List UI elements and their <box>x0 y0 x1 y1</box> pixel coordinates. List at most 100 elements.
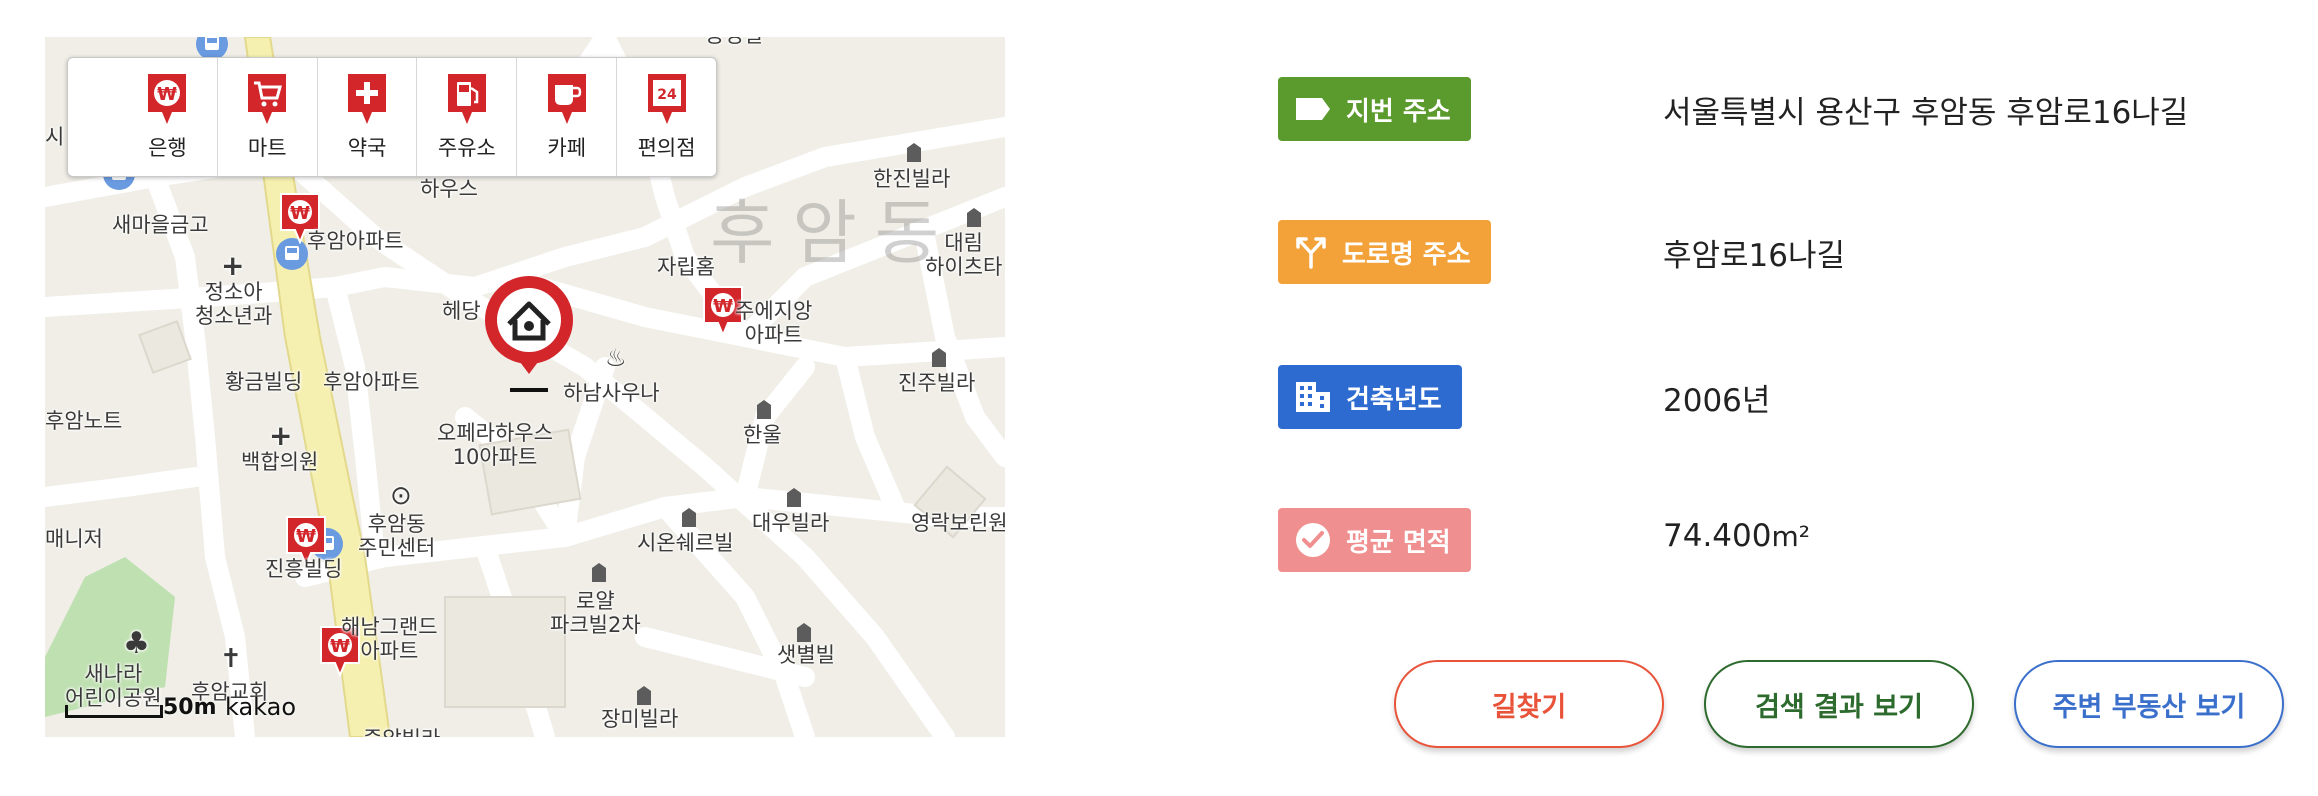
building-icon <box>682 508 696 527</box>
map-label: 시온쉐르빌 <box>637 531 734 555</box>
category-label: 약국 <box>347 136 387 160</box>
year-badge: 건축년도 <box>1278 365 1462 429</box>
building-icon <box>907 143 921 162</box>
map-label: 샛별빌 <box>777 643 835 667</box>
map-label: 백합의원 <box>241 450 319 474</box>
map-label: 용성빌 <box>705 37 763 47</box>
map-label: 중앙빌라 <box>363 727 440 737</box>
map-label: 매니저 <box>45 527 103 551</box>
map-label: 주에지앙 아파트 <box>735 299 813 348</box>
map-label: 하남사우나 <box>563 381 660 405</box>
svg-text:₩: ₩ <box>713 296 733 317</box>
year-value: 2006년 <box>1663 383 1771 419</box>
jibun-value: 서울특별시 용산구 후암동 후암로16나길 <box>1663 95 2189 131</box>
building-icon <box>1296 382 1330 412</box>
area-badge: 평균 면적 <box>1278 508 1471 572</box>
convenience-store-icon: 24 <box>647 74 686 124</box>
bank-icon: ₩ <box>148 74 187 124</box>
jibun-label: 지번 주소 <box>1346 96 1451 127</box>
category-mart-button[interactable]: 마트 <box>218 58 318 176</box>
map-label: 새마을금고 <box>112 213 209 237</box>
road-label: 도로명 주소 <box>1342 239 1471 270</box>
map-label: 오페라하우스 10아파트 <box>437 421 553 470</box>
map-label: 정소아 청소년과 <box>195 280 273 329</box>
category-gas-station-button[interactable]: 주유소 <box>417 58 518 176</box>
map-label: 영락보린원 <box>911 511 1005 535</box>
search-results-button[interactable]: 검색 결과 보기 <box>1704 660 1974 748</box>
info-row-area: 평균 면적 <box>1278 508 1471 572</box>
category-label: 편의점 <box>637 136 696 160</box>
pharmacy-icon <box>348 74 387 124</box>
building-icon <box>637 686 651 705</box>
map-label: 한울 <box>743 423 782 447</box>
map-label: 대림 하이츠타 <box>925 231 1003 280</box>
road-value: 후암로16나길 <box>1663 238 1846 274</box>
road-fork-icon <box>1296 237 1326 269</box>
gas-station-icon <box>447 74 486 124</box>
park-tree-icon: ♣ <box>123 626 150 661</box>
svg-text:24: 24 <box>657 87 677 103</box>
map-label: 자립홈 <box>657 255 715 279</box>
church-icon: ✝ <box>220 644 242 674</box>
sauna-icon: ♨ <box>605 344 627 372</box>
map-label: 하우스 <box>420 177 478 201</box>
category-cafe-button[interactable]: 카페 <box>517 58 618 176</box>
building-icon <box>592 563 606 582</box>
map-label: 새나라 어린이공원 <box>65 662 162 711</box>
map-label: 장미빌라 <box>601 707 679 731</box>
kakao-logo: kakao <box>225 693 297 721</box>
jibun-badge: 지번 주소 <box>1278 77 1471 141</box>
building-icon <box>797 623 811 642</box>
map-label: 로얄 파크빌2차 <box>550 589 641 638</box>
cafe-icon <box>547 74 586 124</box>
check-circle-icon <box>1296 523 1330 557</box>
area-label: 평균 면적 <box>1346 527 1451 558</box>
nearby-realestate-button[interactable]: 주변 부동산 보기 <box>2014 660 2284 748</box>
map-label: 후암동 주민센터 <box>358 512 436 561</box>
info-row-road: 도로명 주소 <box>1278 220 1491 284</box>
map-label: 해남그랜드 아파트 <box>341 615 438 664</box>
year-label: 건축년도 <box>1346 384 1442 415</box>
category-pharmacy-button[interactable]: 약국 <box>318 58 418 176</box>
office-icon: ⊙ <box>390 481 412 511</box>
area-unit: m² <box>1771 520 1810 553</box>
svg-text:₩: ₩ <box>290 203 310 224</box>
category-label: 주유소 <box>437 136 496 160</box>
cart-icon <box>248 74 287 124</box>
hospital-icon: + <box>221 249 245 282</box>
map-view[interactable]: 후암동 ₩ ₩ ₩ ₩ + + ⊙ ♨ ♣ ✝ 하우스 새마을금고 후암아파트 … <box>45 37 1005 737</box>
info-row-year: 건축년도 <box>1278 365 1462 429</box>
area-label: 후암동 <box>710 192 958 274</box>
tag-icon <box>1296 98 1330 120</box>
category-label: 마트 <box>247 136 287 160</box>
map-label: 후암노트 <box>45 409 123 433</box>
category-toolbar: ₩ 은행 마트 약국 주유소 카페 24 편의점 <box>67 57 717 177</box>
building-icon <box>932 348 946 367</box>
map-label: 후암아파트 <box>323 370 420 394</box>
hospital-icon: + <box>269 419 293 452</box>
building-icon <box>757 400 771 419</box>
map-label: 대우빌라 <box>752 511 830 535</box>
directions-button[interactable]: 길찾기 <box>1394 660 1664 748</box>
svg-text:₩: ₩ <box>157 84 177 105</box>
category-bank-button[interactable]: ₩ 은행 <box>118 58 218 176</box>
map-label: 한진빌라 <box>873 167 951 191</box>
category-convenience-store-button[interactable]: 24 편의점 <box>617 58 716 176</box>
map-label: 시 <box>45 125 65 149</box>
building-icon <box>967 208 981 227</box>
category-label: 카페 <box>547 136 587 160</box>
category-label: 은행 <box>148 136 187 160</box>
map-label: 진주빌라 <box>898 371 976 395</box>
building-icon <box>787 488 801 507</box>
map-label: 황금빌딩 <box>225 370 303 394</box>
map-label: 후암아파트 <box>307 229 404 253</box>
scale-label: 50m <box>163 695 217 720</box>
svg-text:₩: ₩ <box>296 526 316 547</box>
map-label: 진흥빌딩 <box>265 557 343 581</box>
area-value: 74.400m² <box>1663 518 1810 554</box>
info-row-jibun: 지번 주소 <box>1278 77 1471 141</box>
map-label: 헤당 <box>442 299 481 323</box>
home-marker-icon[interactable] <box>481 274 577 398</box>
road-badge: 도로명 주소 <box>1278 220 1491 284</box>
scale-bar <box>65 705 163 718</box>
